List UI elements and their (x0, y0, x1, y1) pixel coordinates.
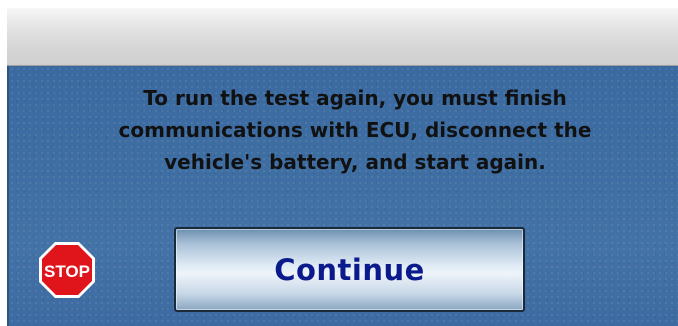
continue-button[interactable]: Continue (174, 227, 525, 312)
stop-sign-icon: STOP (39, 242, 95, 298)
dialog-window: To run the test again, you must finish c… (0, 0, 678, 326)
instruction-message: To run the test again, you must finish c… (118, 86, 592, 174)
window-left-edge (0, 0, 7, 326)
continue-button-label: Continue (274, 252, 425, 287)
title-bar (7, 8, 678, 66)
stop-sign-text: STOP (44, 262, 90, 281)
